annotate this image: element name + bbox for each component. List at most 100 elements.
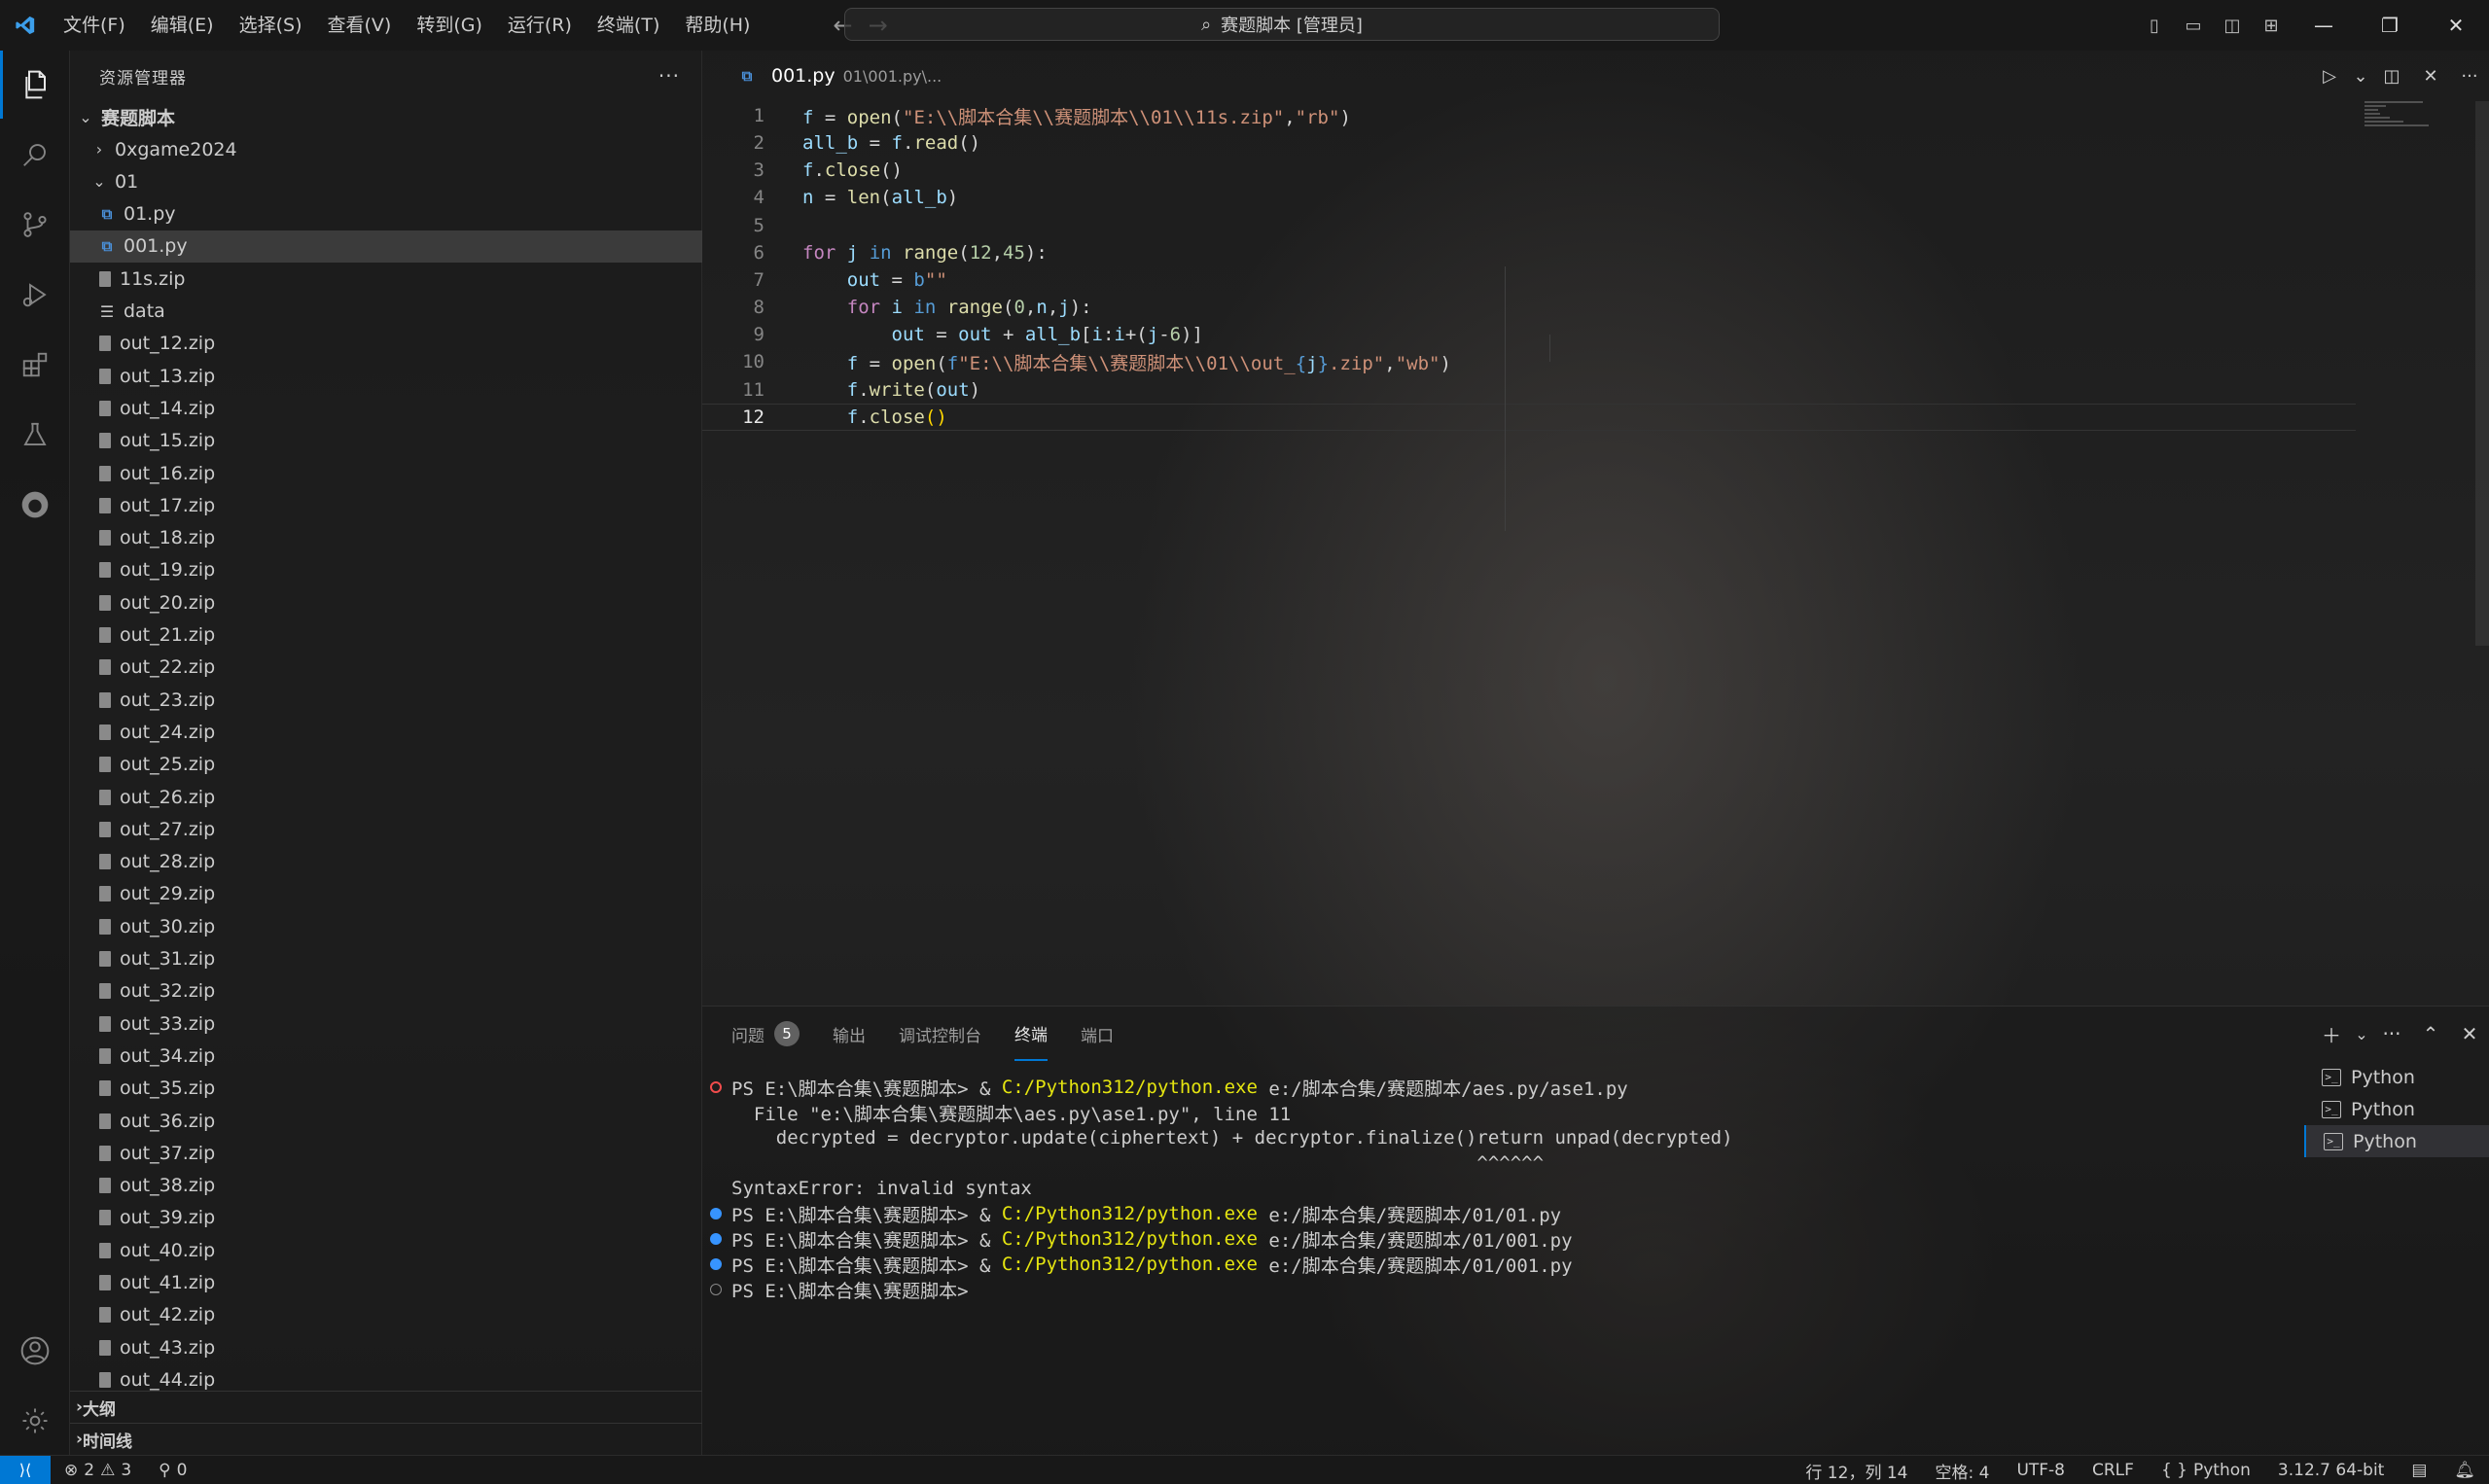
code-editor[interactable]: 1f = open("E:\\脚本合集\\赛题脚本\\01\\11s.zip",… — [702, 101, 2489, 1006]
close-window-button[interactable]: ✕ — [2423, 0, 2489, 51]
run-dropdown-chevron-icon[interactable]: ⌄ — [2349, 51, 2372, 101]
file-row[interactable]: out_26.zip — [70, 781, 702, 813]
menu-item[interactable]: 编辑(E) — [138, 0, 227, 51]
toggle-primary-sidebar-icon[interactable]: ▯ — [2135, 0, 2174, 51]
terminal-instance[interactable]: >_ Python — [2304, 1061, 2489, 1093]
file-row[interactable]: out_12.zip — [70, 328, 702, 360]
search-view-icon[interactable] — [0, 121, 70, 189]
accounts-icon[interactable] — [0, 1317, 70, 1385]
file-row[interactable]: out_43.zip — [70, 1331, 702, 1363]
file-row[interactable]: out_15.zip — [70, 425, 702, 457]
file-row[interactable]: out_40.zip — [70, 1234, 702, 1266]
file-row[interactable]: out_18.zip — [70, 522, 702, 554]
file-row[interactable]: out_38.zip — [70, 1170, 702, 1202]
testing-icon[interactable] — [0, 401, 70, 469]
file-row[interactable]: out_25.zip — [70, 749, 702, 781]
indentation-status[interactable]: 空格: 4 — [1921, 1459, 2003, 1483]
file-row[interactable]: out_24.zip — [70, 716, 702, 748]
close-panel-icon[interactable]: ✕ — [2450, 1007, 2489, 1061]
extensions-icon[interactable] — [0, 331, 70, 399]
file-row[interactable]: out_22.zip — [70, 652, 702, 684]
file-row[interactable]: out_42.zip — [70, 1299, 702, 1331]
file-row[interactable]: out_36.zip — [70, 1105, 702, 1137]
panel-tab[interactable]: 输出 — [833, 1007, 866, 1061]
language-mode[interactable]: { } Python — [2148, 1461, 2264, 1480]
run-python-file-icon[interactable]: ▷ — [2310, 51, 2349, 101]
more-actions-icon[interactable]: ··· — [2372, 1007, 2411, 1061]
file-row[interactable]: out_23.zip — [70, 684, 702, 716]
file-row[interactable]: out_20.zip — [70, 586, 702, 618]
file-row[interactable]: out_31.zip — [70, 943, 702, 975]
file-row[interactable]: out_13.zip — [70, 360, 702, 392]
customize-layout-icon[interactable]: ⊞ — [2252, 0, 2291, 51]
eol-status[interactable]: CRLF — [2079, 1461, 2148, 1480]
folder-row[interactable]: ⌄ 01 — [70, 165, 702, 197]
panel-tab[interactable]: 端口 — [1081, 1007, 1114, 1061]
panel-tab[interactable]: 终端 — [1014, 1007, 1048, 1061]
file-row[interactable]: ☰ data — [70, 296, 702, 328]
restore-button[interactable]: ❐ — [2357, 0, 2423, 51]
more-actions-icon[interactable]: ··· — [2450, 51, 2489, 101]
maximize-panel-icon[interactable]: ⌃ — [2411, 1007, 2450, 1061]
editor-tab[interactable]: ⧉ 001.py 01\001.py\... — [702, 51, 959, 101]
menu-item[interactable]: 文件(F) — [51, 0, 138, 51]
cursor-position[interactable]: 行 12，列 14 — [1792, 1459, 1921, 1483]
python-interpreter[interactable]: 3.12.7 64-bit — [2264, 1461, 2398, 1480]
menu-item[interactable]: 终端(T) — [585, 0, 672, 51]
file-row[interactable]: out_39.zip — [70, 1202, 702, 1234]
file-row[interactable]: out_32.zip — [70, 975, 702, 1007]
menu-item[interactable]: 选择(S) — [227, 0, 315, 51]
settings-gear-icon[interactable] — [0, 1387, 70, 1455]
encoding-status[interactable]: UTF-8 — [2003, 1461, 2079, 1480]
menu-item[interactable]: 帮助(H) — [672, 0, 763, 51]
file-row[interactable]: out_30.zip — [70, 910, 702, 942]
file-row[interactable]: out_16.zip — [70, 457, 702, 489]
file-row[interactable]: 11s.zip — [70, 263, 702, 295]
more-actions-icon[interactable]: ··· — [658, 64, 680, 88]
new-terminal-icon[interactable]: ＋ — [2312, 1007, 2351, 1061]
file-row[interactable]: out_35.zip — [70, 1073, 702, 1105]
command-center[interactable]: ⌕ 赛题脚本 [管理员] — [844, 8, 1720, 41]
toggle-panel-icon[interactable]: ▭ — [2174, 0, 2213, 51]
menu-item[interactable]: 运行(R) — [495, 0, 585, 51]
remote-explorer-icon[interactable] — [0, 471, 70, 539]
menu-item[interactable]: 查看(V) — [315, 0, 405, 51]
editor-scrollbar[interactable] — [2475, 101, 2489, 646]
timeline-section[interactable]: › 时间线 — [70, 1423, 702, 1455]
file-row[interactable]: out_17.zip — [70, 489, 702, 521]
file-row[interactable]: ⧉ 001.py — [70, 230, 702, 263]
file-row[interactable]: out_28.zip — [70, 846, 702, 878]
notifications-bell-icon[interactable]: 🔔︎ — [2440, 1461, 2489, 1480]
panel-tab[interactable]: 调试控制台 — [899, 1007, 981, 1061]
file-row[interactable]: out_34.zip — [70, 1040, 702, 1072]
panel-tab[interactable]: 问题 5 — [731, 1007, 800, 1061]
outline-section[interactable]: › 大纲 — [70, 1391, 702, 1423]
file-row[interactable]: out_21.zip — [70, 619, 702, 652]
folder-row[interactable]: › 0xgame2024 — [70, 133, 702, 165]
file-row[interactable]: ⧉ 01.py — [70, 198, 702, 230]
menu-item[interactable]: 转到(G) — [404, 0, 495, 51]
remote-indicator-icon[interactable]: ⟩⟨ — [0, 1455, 51, 1484]
file-row[interactable]: out_14.zip — [70, 392, 702, 424]
terminal-instance[interactable]: >_ Python — [2304, 1125, 2489, 1157]
run-debug-icon[interactable] — [0, 261, 70, 329]
terminal-instance[interactable]: >_ Python — [2304, 1093, 2489, 1125]
file-row[interactable]: out_19.zip — [70, 554, 702, 586]
file-row[interactable]: out_33.zip — [70, 1007, 702, 1040]
file-row[interactable]: out_37.zip — [70, 1137, 702, 1169]
split-editor-icon[interactable]: ◫ — [2372, 51, 2411, 101]
root-folder-row[interactable]: ⌄ 赛题脚本 — [70, 101, 702, 133]
minimize-button[interactable]: — — [2291, 0, 2357, 51]
source-control-icon[interactable] — [0, 191, 70, 259]
close-editor-icon[interactable]: ✕ — [2411, 51, 2450, 101]
file-row[interactable]: out_41.zip — [70, 1267, 702, 1299]
explorer-icon[interactable] — [0, 51, 70, 119]
file-row[interactable]: out_29.zip — [70, 878, 702, 910]
problems-status[interactable]: ⊗ 2 ⚠ 3 — [51, 1461, 145, 1480]
toggle-secondary-sidebar-icon[interactable]: ◫ — [2213, 0, 2252, 51]
file-row[interactable]: out_27.zip — [70, 813, 702, 845]
minimap[interactable] — [2365, 101, 2433, 130]
ports-status[interactable]: ⚲ 0 — [145, 1461, 200, 1480]
terminal-dropdown-chevron-icon[interactable]: ⌄ — [2351, 1007, 2372, 1061]
feedback-icon[interactable]: ▤ — [2398, 1461, 2440, 1480]
